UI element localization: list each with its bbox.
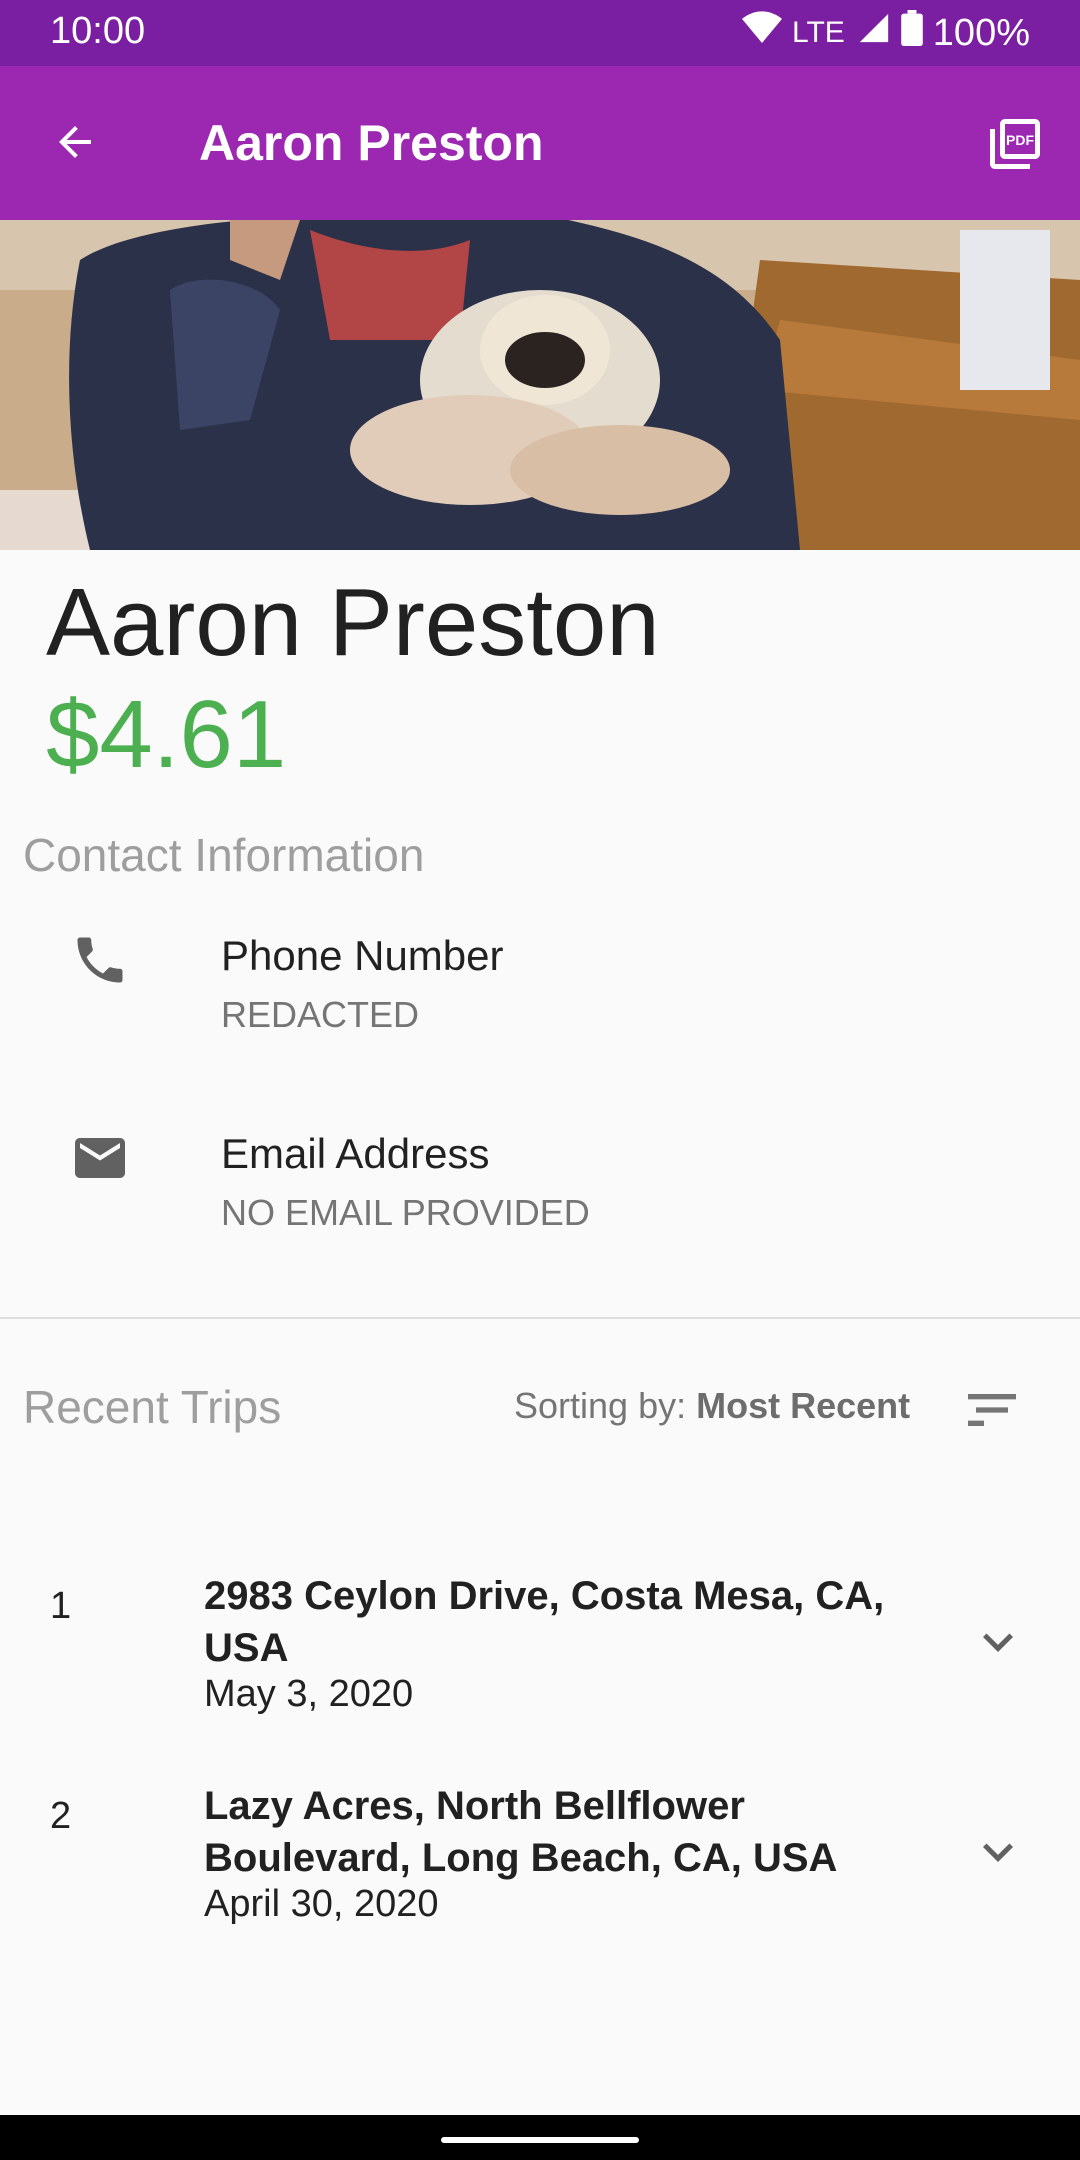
home-gesture-handle[interactable] [441,2137,639,2143]
balance-amount: $4.61 [46,681,287,788]
phone-icon [70,930,130,990]
app-bar-title: Aaron Preston [199,115,544,171]
contact-section-title: Contact Information [23,829,425,881]
contact-value: REDACTED [221,994,420,1035]
back-button[interactable] [40,109,110,179]
pdf-export-icon: PDF [985,114,1045,179]
svg-text:PDF: PDF [1006,131,1034,147]
trip-address: Lazy Acres, North Bellflower Boulevard, … [204,1780,924,1884]
cell-signal-icon [857,11,891,55]
sort-prefix: Sorting by: [514,1385,697,1426]
contact-label: Phone Number [221,932,504,979]
network-type: LTE [792,16,845,49]
email-icon [70,1128,130,1188]
contact-label: Email Address [221,1130,490,1177]
chevron-down-icon[interactable] [968,1612,1028,1672]
contact-row-phone[interactable]: Phone Number REDACTED [0,930,1080,1070]
trip-address-line: 2983 Ceylon Drive, Costa Mesa, CA, [204,1574,885,1618]
contact-row-email[interactable]: Email Address NO EMAIL PROVIDED [0,1128,1080,1268]
status-indicators: LTE 100% [742,10,1030,56]
trip-number: 1 [50,1585,72,1627]
chevron-down-icon[interactable] [968,1822,1028,1882]
profile-photo [0,220,1080,550]
trips-section-title: Recent Trips [23,1381,282,1433]
trip-address-line: Boulevard, Long Beach, CA, USA [204,1836,838,1880]
trip-address-line: Lazy Acres, North Bellflower [204,1784,745,1828]
trip-address-line: USA [204,1626,289,1670]
sort-label[interactable]: Sorting by: Most Recent [514,1385,910,1427]
sort-icon[interactable] [960,1378,1024,1442]
pdf-export-button[interactable]: PDF [980,111,1050,181]
app-bar: Aaron Preston PDF [0,66,1080,220]
battery-level: 100% [932,11,1030,54]
sort-value: Most Recent [696,1385,911,1426]
customer-name: Aaron Preston [46,569,660,676]
section-divider [0,1317,1080,1319]
trip-number: 2 [50,1795,72,1837]
status-bar: 10:00 LTE 100% [0,0,1080,66]
arrow-back-icon [51,118,99,171]
battery-icon [900,10,923,56]
trip-date: May 3, 2020 [204,1673,414,1715]
status-time: 10:00 [50,10,146,52]
trip-date: April 30, 2020 [204,1883,439,1925]
trip-address: 2983 Ceylon Drive, Costa Mesa, CA, USA [204,1570,924,1674]
wifi-icon [742,11,782,55]
contact-value: NO EMAIL PROVIDED [221,1192,590,1233]
